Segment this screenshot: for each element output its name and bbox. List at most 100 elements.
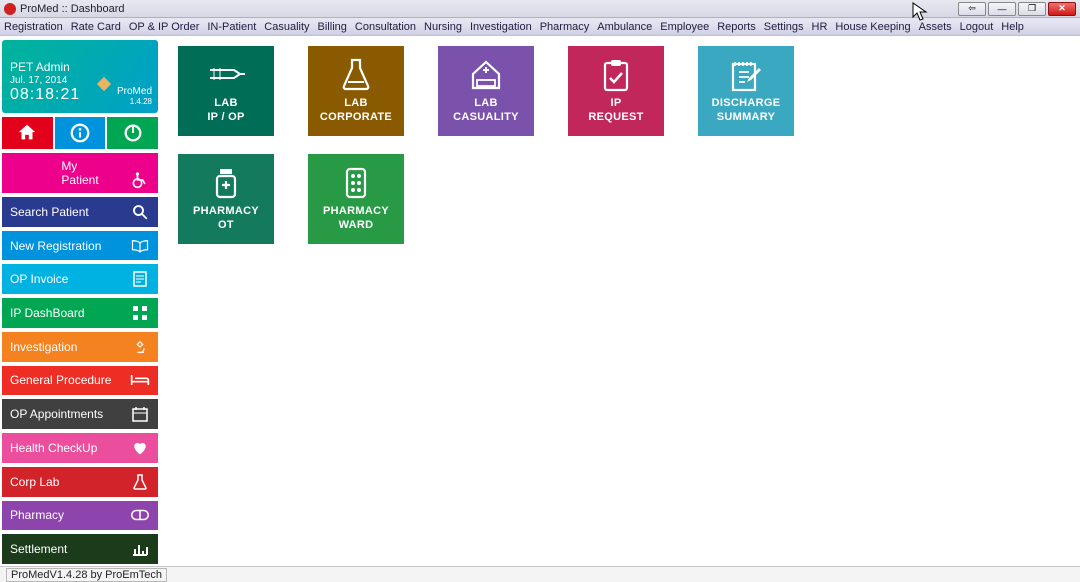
- brand-version: 1.4.28: [130, 97, 152, 106]
- menu-help[interactable]: Help: [1001, 21, 1024, 33]
- tile-line1: LAB: [344, 97, 368, 111]
- info-button[interactable]: [55, 117, 106, 149]
- brand-name: ProMed: [117, 86, 152, 97]
- dashboard-content: LAB IP / OP LAB CORPORATE LAB CASUALITY …: [160, 36, 1080, 566]
- sidebar-corp-lab[interactable]: Corp Lab: [2, 467, 158, 497]
- user-name: PET Admin: [10, 60, 150, 74]
- menu-registration[interactable]: Registration: [4, 21, 63, 33]
- tile-lab-casuality[interactable]: LAB CASUALITY: [438, 46, 534, 136]
- heart-icon: [130, 441, 150, 455]
- menu-billing[interactable]: Billing: [318, 21, 347, 33]
- home-icon: [16, 122, 38, 144]
- pill-icon: [130, 509, 150, 521]
- back-button[interactable]: ⇦: [958, 2, 986, 16]
- tile-line1: PHARMACY: [323, 205, 389, 219]
- menu-investigation[interactable]: Investigation: [470, 21, 532, 33]
- sidebar: PET Admin Jul. 17, 2014 08:18:21 ProMed …: [0, 36, 160, 566]
- syringe-icon: [206, 57, 246, 93]
- wheelchair-icon: [130, 169, 150, 189]
- menu-reports[interactable]: Reports: [717, 21, 756, 33]
- sidebar-my-patient-label: My Patient: [61, 159, 98, 187]
- sidebar-general-procedure[interactable]: General Procedure: [2, 366, 158, 396]
- sidebar-genproc-label: General Procedure: [10, 373, 130, 387]
- flask-icon: [341, 57, 371, 93]
- tile-line1: LAB: [474, 97, 498, 111]
- sidebar-newreg-label: New Registration: [10, 239, 130, 253]
- menu-settings[interactable]: Settings: [764, 21, 804, 33]
- tile-ip-request[interactable]: IP REQUEST: [568, 46, 664, 136]
- power-button[interactable]: [107, 117, 158, 149]
- tile-line2: REQUEST: [588, 111, 643, 125]
- minimize-button[interactable]: —: [988, 2, 1016, 16]
- menu-nursing[interactable]: Nursing: [424, 21, 462, 33]
- sidebar-settlement[interactable]: Settlement: [2, 534, 158, 564]
- tile-pharmacy-ot[interactable]: PHARMACY OT: [178, 154, 274, 244]
- menu-op-ip-order[interactable]: OP & IP Order: [129, 21, 200, 33]
- menu-consultation[interactable]: Consultation: [355, 21, 416, 33]
- sidebar-health-label: Health CheckUp: [10, 441, 130, 455]
- menu-casuality[interactable]: Casuality: [264, 21, 309, 33]
- menu-in-patient[interactable]: IN-Patient: [207, 21, 256, 33]
- tile-line1: DISCHARGE: [712, 97, 781, 111]
- bed-icon: [130, 373, 150, 387]
- grid-icon: [130, 305, 150, 321]
- title-bar: ProMed :: Dashboard ⇦ — ❐ ✕: [0, 0, 1080, 18]
- tile-row-2: PHARMACY OT PHARMACY WARD: [178, 154, 1080, 244]
- menu-house-keeping[interactable]: House Keeping: [835, 21, 910, 33]
- sidebar-settlement-label: Settlement: [10, 542, 130, 556]
- receipt-icon: [130, 271, 150, 287]
- home-button[interactable]: [2, 117, 53, 149]
- menu-employee[interactable]: Employee: [660, 21, 709, 33]
- close-button[interactable]: ✕: [1048, 2, 1076, 16]
- menu-rate-card[interactable]: Rate Card: [71, 21, 121, 33]
- chart-icon: [130, 542, 150, 556]
- tile-lab-corporate[interactable]: LAB CORPORATE: [308, 46, 404, 136]
- sidebar-opinvoice-label: OP Invoice: [10, 272, 130, 286]
- sidebar-pharmacy[interactable]: Pharmacy: [2, 501, 158, 531]
- sidebar-search-label: Search Patient: [10, 205, 130, 219]
- notepad-pencil-icon: [729, 57, 763, 93]
- menu-assets[interactable]: Assets: [919, 21, 952, 33]
- menu-bar: Registration Rate Card OP & IP Order IN-…: [0, 18, 1080, 36]
- medicine-jar-icon: [213, 165, 239, 201]
- book-icon: [130, 239, 150, 253]
- sidebar-opappt-label: OP Appointments: [10, 407, 130, 421]
- menu-ambulance[interactable]: Ambulance: [597, 21, 652, 33]
- maximize-button[interactable]: ❐: [1018, 2, 1046, 16]
- tile-line2: IP / OP: [207, 111, 244, 125]
- sidebar-investigation[interactable]: Investigation: [2, 332, 158, 362]
- power-icon: [122, 122, 144, 144]
- clipboard-check-icon: [601, 57, 631, 93]
- sidebar-ip-dashboard[interactable]: IP DashBoard: [2, 298, 158, 328]
- sidebar-ipdash-label: IP DashBoard: [10, 306, 130, 320]
- sidebar-search-patient[interactable]: Search Patient: [2, 197, 158, 227]
- tile-line1: LAB: [214, 97, 238, 111]
- menu-logout[interactable]: Logout: [960, 21, 994, 33]
- tile-line2: CORPORATE: [320, 111, 392, 125]
- main-area: PET Admin Jul. 17, 2014 08:18:21 ProMed …: [0, 36, 1080, 566]
- status-bar: ProMedV1.4.28 by ProEmTech: [0, 566, 1080, 582]
- quick-nav: [2, 117, 158, 149]
- status-text: ProMedV1.4.28 by ProEmTech: [6, 568, 167, 582]
- tablet-strip-icon: [345, 165, 367, 201]
- menu-hr[interactable]: HR: [812, 21, 828, 33]
- tile-discharge-summary[interactable]: DISCHARGE SUMMARY: [698, 46, 794, 136]
- hospital-icon: [469, 57, 503, 93]
- sidebar-pharmacy-label: Pharmacy: [10, 508, 130, 522]
- tile-line1: IP: [611, 97, 622, 111]
- sidebar-my-patient[interactable]: My Patient: [2, 153, 158, 193]
- window-controls: ⇦ — ❐ ✕: [958, 2, 1076, 16]
- sidebar-op-appointments[interactable]: OP Appointments: [2, 399, 158, 429]
- tile-pharmacy-ward[interactable]: PHARMACY WARD: [308, 154, 404, 244]
- sidebar-health-checkup[interactable]: Health CheckUp: [2, 433, 158, 463]
- sidebar-op-invoice[interactable]: OP Invoice: [2, 264, 158, 294]
- menu-pharmacy[interactable]: Pharmacy: [540, 21, 590, 33]
- tile-line2: OT: [218, 219, 234, 233]
- tile-row-1: LAB IP / OP LAB CORPORATE LAB CASUALITY …: [178, 46, 1080, 136]
- window-title: ProMed :: Dashboard: [20, 3, 958, 15]
- info-icon: [69, 122, 91, 144]
- tile-lab-ip-op[interactable]: LAB IP / OP: [178, 46, 274, 136]
- microscope-icon: [130, 339, 150, 355]
- sidebar-new-registration[interactable]: New Registration: [2, 231, 158, 261]
- calendar-icon: [130, 406, 150, 422]
